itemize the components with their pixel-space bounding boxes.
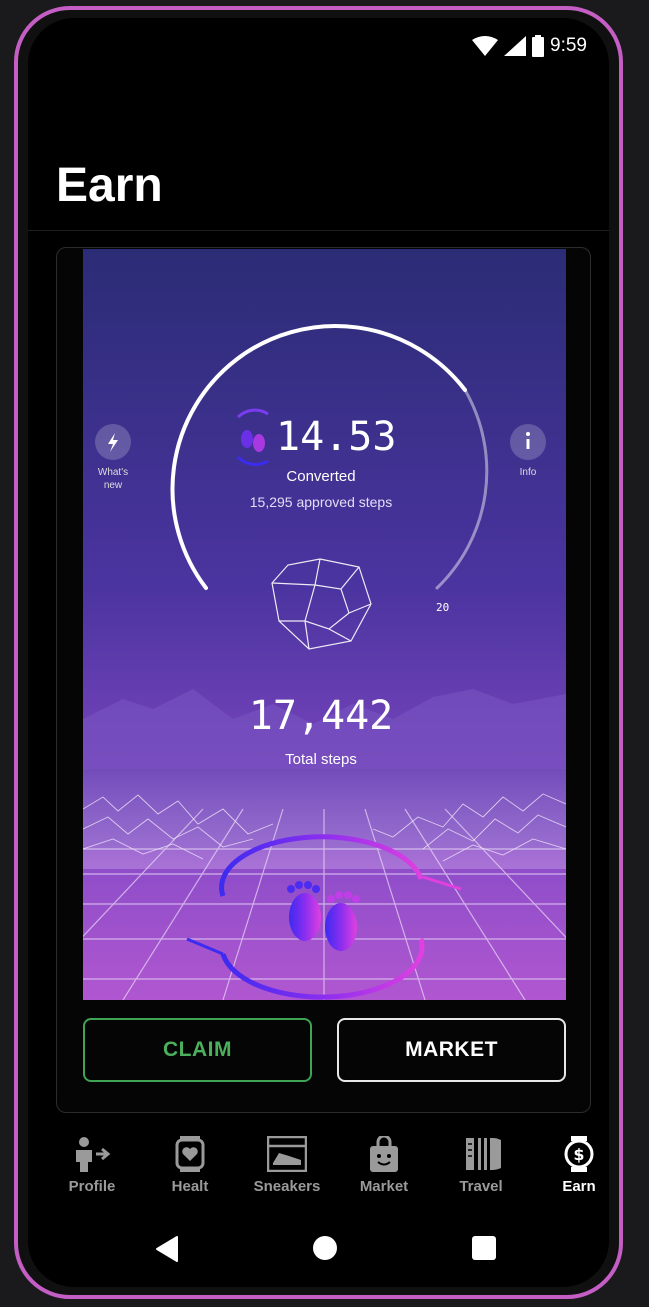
phone-frame: 9:59 Earn 14.53 Converted 15,295 approve…	[14, 6, 623, 1299]
nav-item-healt[interactable]: Healt	[142, 1136, 238, 1195]
gauge-max-label: 20	[436, 601, 449, 614]
market-button[interactable]: MARKET	[337, 1018, 566, 1082]
shopping-bag-icon	[370, 1136, 398, 1172]
system-navigation	[28, 1234, 609, 1284]
whats-new-label-2: new	[104, 480, 123, 491]
nav-label-healt: Healt	[171, 1178, 209, 1195]
nav-label-travel: Travel	[459, 1178, 503, 1195]
earn-card: 14.53 Converted 15,295 approved steps 20…	[56, 247, 591, 1113]
nav-label-sneakers: Sneakers	[253, 1178, 321, 1195]
nav-item-profile[interactable]: Profile	[44, 1136, 140, 1195]
action-buttons: CLAIM MARKET	[83, 1018, 566, 1082]
nav-item-earn[interactable]: $ Earn	[531, 1136, 609, 1195]
watch-heart-icon	[175, 1136, 205, 1172]
converted-value: 14.53	[276, 414, 396, 460]
travel-icon	[466, 1138, 501, 1170]
nav-item-travel[interactable]: Travel	[433, 1136, 529, 1195]
converted-label: Converted	[286, 468, 355, 485]
whats-new-label-1: What's	[98, 467, 128, 478]
approved-steps: 15,295 approved steps	[250, 494, 392, 510]
earn-watch-icon: $	[564, 1136, 594, 1172]
nav-item-market[interactable]: Market	[336, 1136, 432, 1195]
total-steps-label: Total steps	[285, 751, 357, 768]
earn-dashboard: 14.53 Converted 15,295 approved steps 20…	[83, 249, 566, 1000]
app-header: Earn	[28, 18, 609, 231]
recents-icon[interactable]	[470, 1234, 498, 1262]
profile-icon	[76, 1137, 111, 1172]
screen: 9:59 Earn 14.53 Converted 15,295 approve…	[28, 18, 609, 1287]
bottom-nav: Profile Healt Sneakers Market Travel $ E…	[28, 1136, 609, 1216]
nav-label-earn: Earn	[562, 1178, 596, 1195]
nav-item-sneakers[interactable]: Sneakers	[239, 1136, 335, 1195]
total-steps-value: 17,442	[249, 693, 394, 739]
dashboard-art: 14.53 Converted 15,295 approved steps 20…	[83, 249, 566, 1000]
page-title: Earn	[56, 159, 163, 212]
nav-label-profile: Profile	[68, 1178, 116, 1195]
claim-button[interactable]: CLAIM	[83, 1018, 312, 1082]
nav-label-market: Market	[359, 1178, 409, 1195]
back-icon[interactable]	[153, 1234, 183, 1264]
home-icon[interactable]	[311, 1234, 339, 1262]
svg-text:$: $	[573, 1145, 584, 1164]
info-label: Info	[520, 467, 537, 478]
sneakers-icon	[267, 1136, 307, 1172]
